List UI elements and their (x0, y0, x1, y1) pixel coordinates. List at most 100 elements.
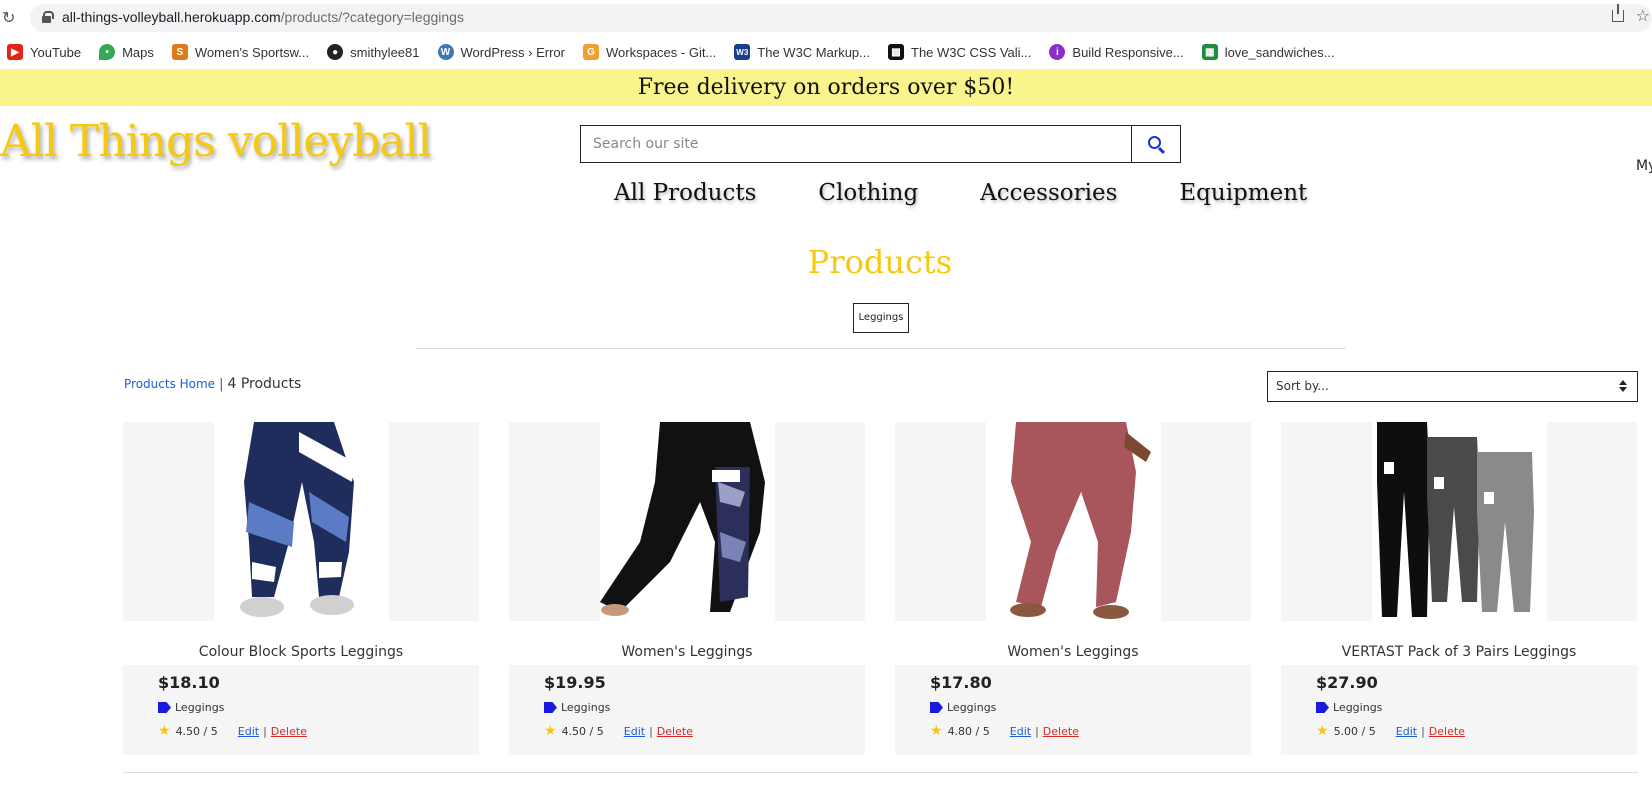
delete-link[interactable]: Delete (657, 725, 693, 738)
bookmark-star-icon[interactable]: ☆ (1636, 6, 1650, 25)
action-separator: | (649, 724, 653, 738)
wordpress-icon: W (437, 44, 454, 60)
bookmark-label: Maps (122, 44, 154, 60)
product-price: $18.10 (158, 673, 220, 692)
breadcrumb-separator: | (219, 377, 224, 392)
product-card: Colour Block Sports Leggings $18.10 Legg… (123, 422, 479, 755)
bookmark-label: love_sandwiches... (1224, 44, 1335, 60)
leggings-image-three-pack (1372, 422, 1547, 621)
breadcrumb: Products Home | 4 Products (124, 376, 301, 392)
lock-icon[interactable] (42, 11, 54, 23)
search-icon-handle (1157, 146, 1166, 155)
category-label: Leggings (947, 701, 997, 714)
product-category[interactable]: Leggings (1316, 701, 1382, 714)
bookmark-w3c-css[interactable]: ▩ The W3C CSS Vali... (888, 44, 1031, 60)
bookmark-label: Build Responsive... (1072, 44, 1184, 60)
nav-clothing[interactable]: Clothing (818, 180, 918, 206)
tag-icon (158, 702, 171, 713)
course-icon: i (1049, 44, 1066, 60)
divider (123, 772, 1638, 773)
bookmark-wordpress[interactable]: W WordPress › Error (437, 44, 566, 60)
category-label: Leggings (1333, 701, 1383, 714)
bookmark-build-responsive[interactable]: i Build Responsive... (1049, 44, 1184, 60)
star-icon: ★ (544, 723, 557, 739)
product-title[interactable]: VERTAST Pack of 3 Pairs Leggings (1281, 644, 1637, 660)
page-title: Products (807, 243, 953, 281)
github-icon: ● (327, 44, 344, 60)
sort-selected-value: Sort by... (1276, 379, 1329, 393)
site-logo[interactable]: All Things volleyball (0, 116, 432, 167)
products-home-link[interactable]: Products Home (124, 377, 215, 391)
search-button[interactable] (1131, 126, 1180, 162)
main-nav: All Products Clothing Accessories Equipm… (614, 180, 1307, 206)
my-account-link[interactable]: My (1636, 158, 1652, 174)
browser-toolbar: ↻ all-things-volleyball.herokuapp.com/pr… (0, 0, 1652, 36)
product-price: $27.90 (1316, 673, 1378, 692)
edit-link[interactable]: Edit (1396, 725, 1417, 738)
product-image[interactable] (1281, 422, 1637, 621)
rating-value: 4.80 / 5 (947, 724, 990, 738)
product-category[interactable]: Leggings (930, 701, 996, 714)
rating-value: 4.50 / 5 (175, 724, 218, 738)
bookmark-github[interactable]: ● smithylee81 (327, 44, 420, 60)
bookmark-label: smithylee81 (350, 44, 420, 60)
bookmark-youtube[interactable]: ▶ YouTube (7, 44, 81, 60)
product-category[interactable]: Leggings (158, 701, 224, 714)
edit-link[interactable]: Edit (238, 725, 259, 738)
product-title[interactable]: Women's Leggings (509, 644, 865, 660)
star-icon: ★ (158, 723, 171, 739)
nav-equipment[interactable]: Equipment (1179, 180, 1307, 206)
address-bar[interactable]: all-things-volleyball.herokuapp.com/prod… (30, 4, 1652, 32)
bookmark-label: Women's Sportsw... (194, 44, 310, 60)
bookmark-label: Workspaces - Git... (606, 44, 717, 60)
leggings-image-rose (986, 422, 1161, 621)
bookmark-gitpod[interactable]: G Workspaces - Git... (583, 44, 716, 60)
product-details: $27.90 Leggings ★ 5.00 / 5 Edit | Delete (1281, 665, 1637, 755)
product-category[interactable]: Leggings (544, 701, 610, 714)
action-separator: | (1421, 724, 1425, 738)
category-chip[interactable]: Leggings (853, 303, 909, 333)
share-icon[interactable] (1612, 4, 1624, 22)
bookmark-label: WordPress › Error (460, 44, 566, 60)
search-input[interactable] (581, 126, 1131, 162)
bookmark-maps[interactable]: • Maps (99, 44, 154, 60)
url-text[interactable]: all-things-volleyball.herokuapp.com/prod… (62, 9, 464, 25)
action-separator: | (263, 724, 267, 738)
delete-link[interactable]: Delete (1429, 725, 1465, 738)
free-delivery-banner: Free delivery on orders over $50! (0, 69, 1652, 106)
store-icon: S (171, 44, 188, 60)
product-title[interactable]: Women's Leggings (895, 644, 1251, 660)
sort-select[interactable]: Sort by... (1267, 371, 1638, 402)
tag-icon (544, 702, 557, 713)
delete-link[interactable]: Delete (271, 725, 307, 738)
delete-link[interactable]: Delete (1043, 725, 1079, 738)
nav-accessories[interactable]: Accessories (980, 180, 1117, 206)
tag-icon (1316, 702, 1329, 713)
tag-icon (930, 702, 943, 713)
url-domain: all-things-volleyball.herokuapp.com (62, 9, 281, 25)
leggings-image-black-pocket (600, 422, 775, 621)
edit-link[interactable]: Edit (624, 725, 645, 738)
rating-value: 5.00 / 5 (1333, 724, 1376, 738)
edit-link[interactable]: Edit (1010, 725, 1031, 738)
product-price: $17.80 (930, 673, 992, 692)
bookmark-womens-sportswear[interactable]: S Women's Sportsw... (171, 44, 310, 60)
product-details: $17.80 Leggings ★ 4.80 / 5 Edit | Delete (895, 665, 1251, 755)
product-image[interactable] (895, 422, 1251, 621)
reload-icon[interactable]: ↻ (2, 8, 15, 27)
nav-all-products[interactable]: All Products (614, 180, 756, 206)
product-title[interactable]: Colour Block Sports Leggings (123, 644, 479, 660)
bookmark-w3c-markup[interactable]: W3 The W3C Markup... (734, 44, 870, 60)
sheets-icon: ▦ (1201, 44, 1218, 60)
bookmark-love-sandwiches[interactable]: ▦ love_sandwiches... (1201, 44, 1335, 60)
url-path: /products/?category=leggings (280, 9, 464, 25)
product-image[interactable] (509, 422, 865, 621)
product-price: $19.95 (544, 673, 606, 692)
star-icon: ★ (1316, 723, 1329, 739)
product-image[interactable] (123, 422, 479, 621)
bookmark-label: The W3C Markup... (757, 44, 870, 60)
product-card: Women's Leggings $19.95 Leggings ★ 4.50 /… (509, 422, 865, 755)
star-icon: ★ (930, 723, 943, 739)
w3c-icon: W3 (734, 44, 751, 60)
product-rating: ★ 4.50 / 5 Edit | Delete (544, 723, 693, 739)
